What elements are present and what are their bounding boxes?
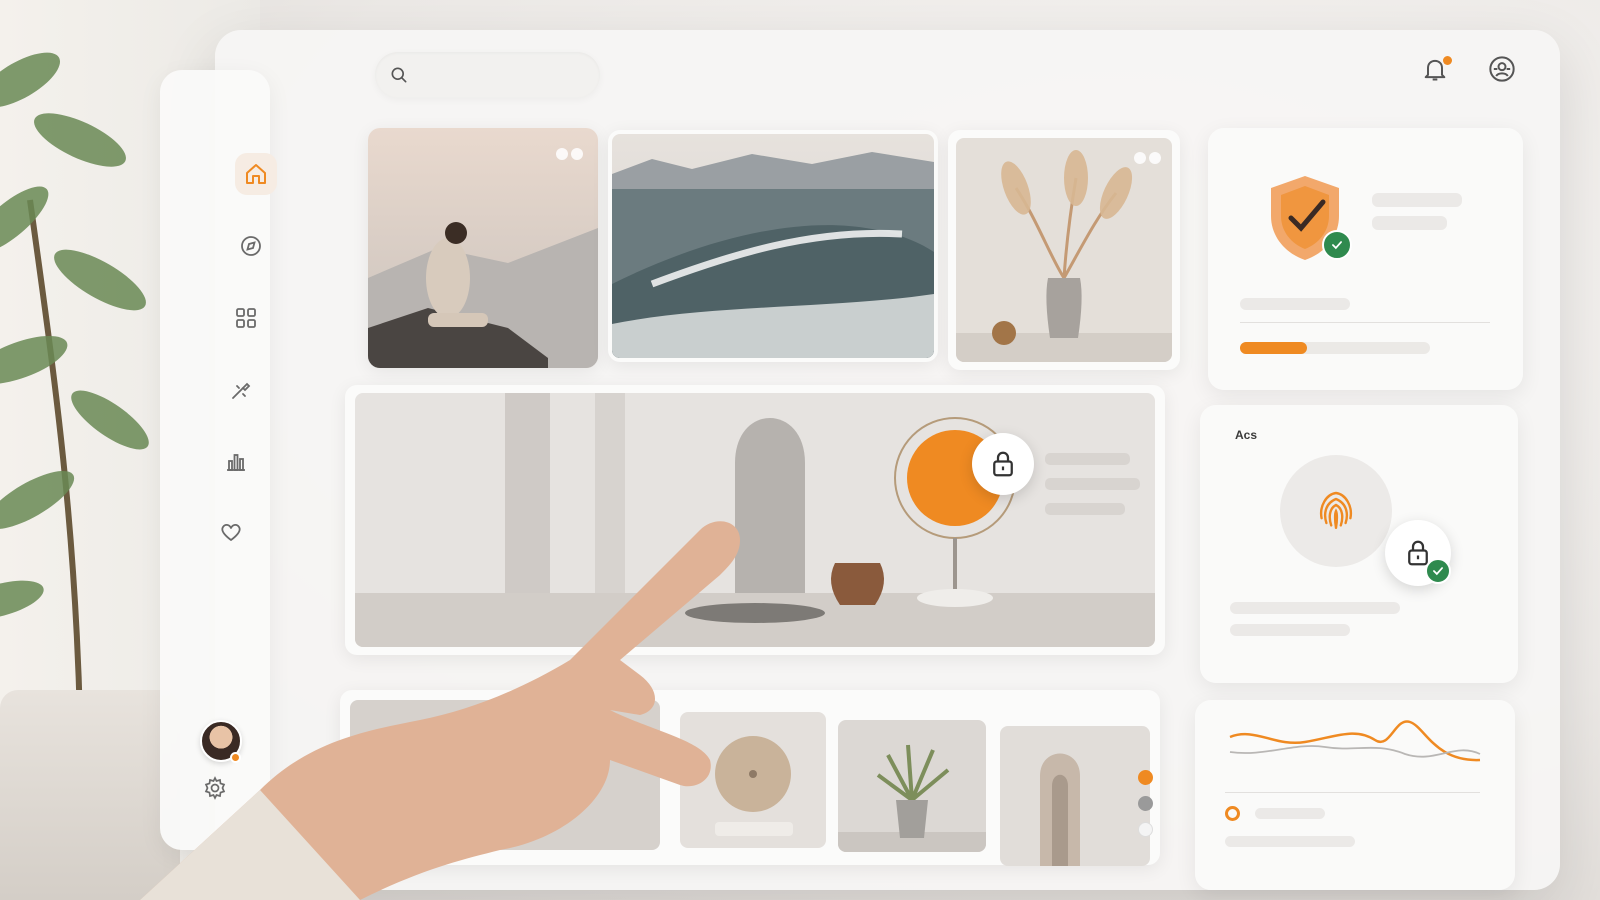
sidebar-item-home[interactable] [235,153,277,195]
heart-icon [221,523,241,541]
carousel-dot[interactable] [1138,822,1153,837]
ocean-wave-photo [612,134,934,358]
lock-button[interactable] [972,433,1034,495]
sidebar-item-apps[interactable] [225,297,267,339]
carousel-dot-active[interactable] [1138,770,1153,785]
fingerprint-button[interactable] [1280,455,1392,567]
sidebar-item-favorites[interactable] [210,511,252,553]
bar-chart-icon [227,454,245,471]
placeholder-line [1230,624,1350,636]
verified-badge [1425,558,1451,584]
compass-icon [241,236,261,256]
woman-on-cliff-photo [368,128,598,368]
background-couch [0,690,180,900]
search-icon [391,67,407,83]
placeholder-line [1225,836,1355,847]
photo-card-1[interactable] [368,128,598,368]
placeholder-line [1372,216,1447,230]
check-icon [1332,241,1342,250]
divider [1240,322,1490,323]
featured-card[interactable] [345,385,1165,655]
profile-icon [1489,56,1515,82]
security-progress [1240,342,1430,354]
placeholder-line [1255,808,1325,819]
placeholder-line [1372,193,1462,207]
sidebar-item-analytics[interactable] [215,440,257,482]
stone-disc-photo[interactable] [680,712,826,848]
profile-button[interactable] [1485,52,1519,86]
widget-title: Aᴄs [1235,428,1258,442]
status-indicator [230,752,241,763]
legend-marker [1225,806,1240,821]
arch-interior-photo [355,393,1155,647]
search-input[interactable] [419,62,584,88]
gear-icon [204,776,226,800]
placeholder-line [1230,602,1400,614]
activity-line-chart [1229,720,1481,762]
sidebar-item-explore[interactable] [230,225,272,267]
arch-hallway-photo[interactable] [1000,726,1150,866]
carousel-dot[interactable] [1138,796,1153,811]
photo-card-3[interactable] [948,130,1180,370]
placeholder-line [1240,298,1350,310]
tools-icon [232,382,251,399]
divider [1225,792,1480,793]
search-bar[interactable] [375,52,600,98]
arch-room-photo[interactable] [350,700,660,850]
potted-palm-photo[interactable] [838,720,986,852]
home-icon [246,164,266,184]
pampas-vase-photo [956,138,1172,362]
grid-icon [236,308,256,328]
settings-button[interactable] [194,767,236,809]
photo-card-2[interactable] [608,130,938,362]
photo-indicator [1134,152,1161,164]
security-progress-fill [1240,342,1307,354]
lock-icon [993,451,1013,477]
verified-badge [1322,230,1352,260]
check-icon [1433,567,1443,576]
fingerprint-icon [1319,491,1353,529]
photo-indicator [556,148,583,160]
notification-badge [1443,56,1452,65]
sidebar-item-tools[interactable] [220,369,262,411]
